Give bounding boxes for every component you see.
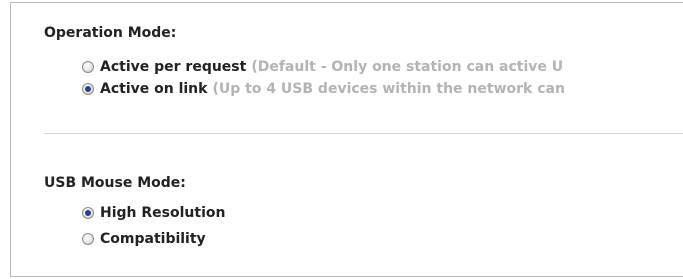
radio-option-high-resolution[interactable]: High Resolution	[82, 203, 225, 223]
option-description: (Default - Only one station can active U	[251, 59, 564, 75]
radio-unchecked-icon[interactable]	[82, 233, 94, 245]
option-label: Active per request	[100, 59, 247, 75]
radio-unchecked-icon[interactable]	[82, 61, 94, 73]
radio-checked-icon[interactable]	[82, 83, 94, 95]
option-label: Compatibility	[100, 231, 206, 247]
radio-option-active-per-request[interactable]: Active per request (Default - Only one s…	[82, 57, 563, 77]
radio-option-active-on-link[interactable]: Active on link (Up to 4 USB devices with…	[82, 79, 565, 99]
option-label: Active on link	[100, 81, 208, 97]
usb-mouse-mode-title: USB Mouse Mode:	[44, 175, 186, 191]
section-divider	[44, 133, 683, 134]
operation-mode-title: Operation Mode:	[44, 25, 177, 41]
option-description: (Up to 4 USB devices within the network …	[212, 81, 565, 97]
settings-panel: Operation Mode: Active per request (Defa…	[10, 2, 683, 277]
radio-checked-icon[interactable]	[82, 207, 94, 219]
radio-option-compatibility[interactable]: Compatibility	[82, 229, 206, 249]
option-label: High Resolution	[100, 205, 226, 221]
